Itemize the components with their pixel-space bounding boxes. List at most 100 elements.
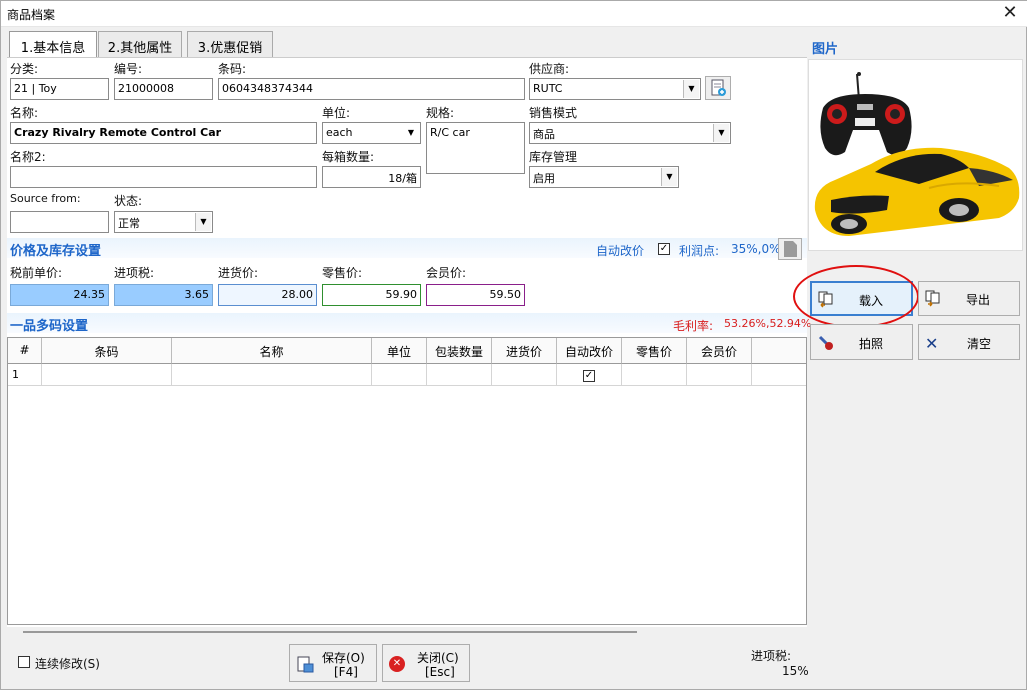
- table-cell-name[interactable]: [172, 364, 372, 386]
- close-circle-icon: ✕: [389, 656, 405, 672]
- auto-price-row-checkbox[interactable]: ✓: [583, 370, 595, 382]
- rc-car-image: [814, 72, 1020, 236]
- horizontal-scrollbar[interactable]: [23, 631, 637, 633]
- name2-field[interactable]: [10, 166, 317, 188]
- column-header[interactable]: #: [8, 338, 42, 364]
- column-header[interactable]: 进货价: [492, 338, 557, 364]
- pretax-field[interactable]: 24.35: [10, 284, 109, 306]
- close-icon[interactable]: ✕: [1000, 3, 1020, 23]
- column-header[interactable]: 自动改价: [557, 338, 622, 364]
- tab-basic-info-label: 1.基本信息: [20, 41, 86, 56]
- margin-label: 毛利率:: [673, 319, 714, 333]
- toy-car-icon: [814, 147, 1020, 236]
- save-button[interactable]: 保存(O) [F4]: [289, 644, 377, 682]
- member-field[interactable]: 59.50: [426, 284, 525, 306]
- supplier-dropdown[interactable]: RUTC ▼: [529, 78, 701, 100]
- status-dropdown[interactable]: 正常 ▼: [114, 211, 213, 233]
- table-cell-member[interactable]: [687, 364, 752, 386]
- spec-label: 规格:: [426, 106, 455, 120]
- table-cell-purchase[interactable]: [492, 364, 557, 386]
- name-label: 名称:: [10, 106, 39, 120]
- photo-label: 拍照: [859, 337, 884, 351]
- profit-label: 利润点:: [679, 244, 720, 258]
- export-image-button[interactable]: 导出: [918, 281, 1020, 316]
- clear-image-button[interactable]: ✕ 清空: [918, 324, 1020, 360]
- tab-basic-info[interactable]: 1.基本信息: [9, 31, 97, 57]
- annotation-circle: [793, 265, 919, 328]
- name-field[interactable]: Crazy Rivalry Remote Control Car: [10, 122, 317, 144]
- code-field[interactable]: 21000008: [114, 78, 213, 100]
- profit-settings-button[interactable]: [778, 238, 802, 260]
- barcode-field[interactable]: 0604348374344: [218, 78, 525, 100]
- profit-value: 35%,0%: [731, 242, 781, 256]
- sales-mode-dropdown[interactable]: 商品 ▼: [529, 122, 731, 144]
- tab-other-attributes-label: 2.其他属性: [107, 41, 173, 56]
- spec-field[interactable]: R/C car: [426, 122, 525, 174]
- chevron-down-icon: ▼: [683, 80, 699, 98]
- status-label: 状态:: [114, 194, 143, 208]
- table-row-index: 1: [8, 364, 42, 386]
- stock-mgmt-label: 库存管理: [529, 150, 578, 164]
- close-button[interactable]: ✕ 关闭(C) [Esc]: [382, 644, 470, 682]
- status-value: 正常: [118, 217, 140, 230]
- retail-label: 零售价:: [322, 266, 363, 280]
- table-cell-retail[interactable]: [622, 364, 687, 386]
- close-icon: ✕: [925, 334, 939, 353]
- unit-dropdown[interactable]: each ▼: [322, 122, 421, 144]
- table-cell-unit[interactable]: [372, 364, 427, 386]
- footer-input-tax-label: 进项税:: [751, 649, 792, 663]
- continuous-edit-checkbox[interactable]: [18, 656, 30, 668]
- footer-input-tax-value: 15%: [782, 664, 809, 678]
- purchase-label: 进货价:: [218, 266, 259, 280]
- image-panel-title: 图片: [812, 42, 839, 57]
- stock-mgmt-value: 启用: [533, 172, 555, 185]
- column-header[interactable]: 条码: [42, 338, 172, 364]
- close-shortcut: [Esc]: [425, 665, 455, 679]
- source-field[interactable]: [10, 211, 109, 233]
- column-header[interactable]: 包装数量: [427, 338, 492, 364]
- table-cell-barcode[interactable]: [42, 364, 172, 386]
- product-image: [808, 59, 1023, 251]
- column-header[interactable]: 零售价: [622, 338, 687, 364]
- title-bar: 商品档案 ✕: [1, 1, 1027, 27]
- qty-per-box-label: 每箱数量:: [322, 150, 375, 164]
- source-label: Source from:: [10, 192, 81, 205]
- qty-per-box-field[interactable]: 18/箱: [322, 166, 421, 188]
- input-tax-field[interactable]: 3.65: [114, 284, 213, 306]
- add-supplier-button[interactable]: [705, 76, 731, 100]
- take-photo-button[interactable]: 拍照: [810, 324, 913, 360]
- price-section-title: 价格及库存设置: [10, 244, 102, 259]
- continuous-edit-label: 连续修改(S): [35, 657, 100, 671]
- camera-icon: [817, 334, 837, 355]
- chevron-down-icon: ▼: [713, 124, 729, 142]
- table-cell-pack-qty[interactable]: [427, 364, 492, 386]
- member-label: 会员价:: [426, 266, 467, 280]
- auto-price-checkbox[interactable]: ✓: [658, 243, 670, 255]
- table-cell-auto-price[interactable]: ✓: [557, 364, 622, 386]
- column-header[interactable]: 会员价: [687, 338, 752, 364]
- tab-other-attributes[interactable]: 2.其他属性: [98, 31, 182, 57]
- product-archive-window: 商品档案 ✕ 1.基本信息 2.其他属性 3.优惠促销 分类: 21 | Toy…: [0, 0, 1027, 690]
- export-icon: [924, 289, 944, 310]
- chevron-down-icon: ▼: [403, 124, 419, 142]
- category-field[interactable]: 21 | Toy: [10, 78, 109, 100]
- close-label: 关闭(C): [417, 651, 459, 665]
- category-label: 分类:: [10, 62, 39, 76]
- stock-mgmt-dropdown[interactable]: 启用 ▼: [529, 166, 679, 188]
- tab-promotions[interactable]: 3.优惠促销: [187, 31, 273, 57]
- code-label: 编号:: [114, 62, 143, 76]
- clear-label: 清空: [967, 337, 992, 351]
- column-header[interactable]: 单位: [372, 338, 427, 364]
- purchase-field[interactable]: 28.00: [218, 284, 317, 306]
- remote-control-icon: [820, 72, 912, 156]
- column-header[interactable]: 名称: [172, 338, 372, 364]
- document-icon: [784, 241, 797, 257]
- name2-label: 名称2:: [10, 150, 46, 164]
- barcode-label: 条码:: [218, 62, 247, 76]
- sales-mode-label: 销售模式: [529, 106, 578, 120]
- margin-value: 53.26%,52.94%: [724, 317, 812, 330]
- sales-mode-value: 商品: [533, 128, 555, 141]
- tab-promotions-label: 3.优惠促销: [197, 41, 263, 56]
- pretax-label: 税前单价:: [10, 266, 63, 280]
- retail-field[interactable]: 59.90: [322, 284, 421, 306]
